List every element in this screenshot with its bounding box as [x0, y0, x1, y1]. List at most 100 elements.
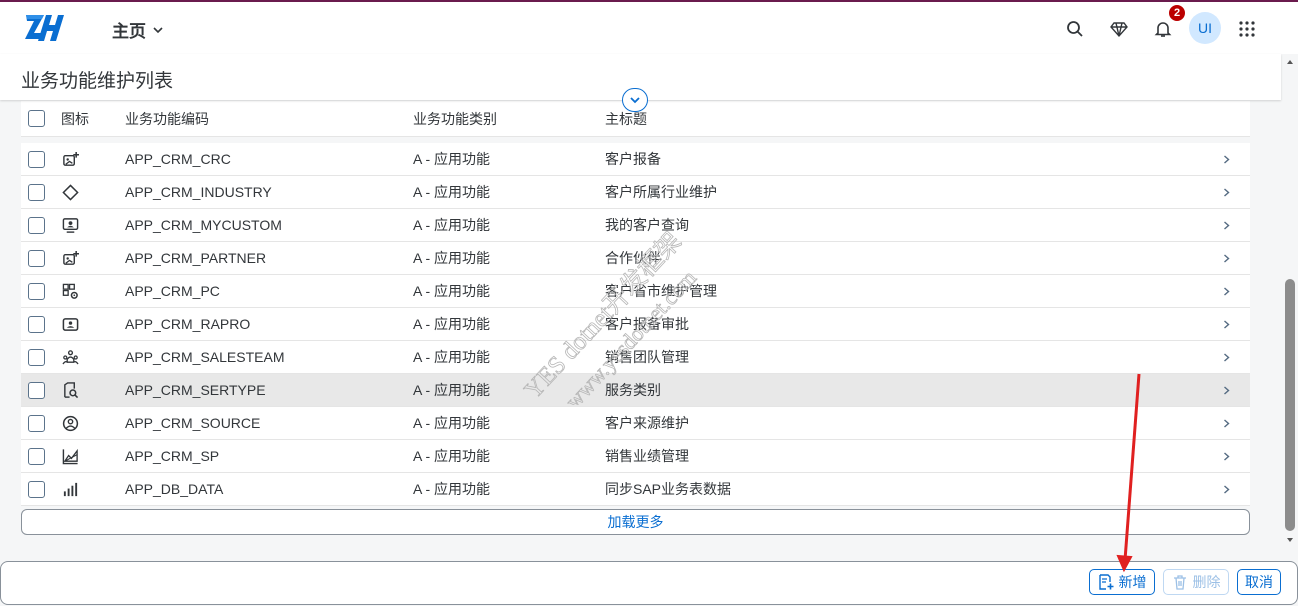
home-menu-label: 主页 [112, 22, 146, 41]
chevron-right-icon [1224, 385, 1230, 395]
diamond-button[interactable] [1105, 15, 1133, 43]
table-row[interactable]: APP_CRM_SERTYPE A - 应用功能 服务类别 [21, 374, 1250, 407]
team-icon [61, 349, 79, 364]
row-type: A - 应用功能 [413, 448, 491, 464]
chevron-right-icon [1224, 484, 1230, 494]
chevron-right-icon [1224, 154, 1230, 164]
grid-icon [1239, 21, 1255, 37]
delete-button[interactable]: 删除 [1163, 569, 1229, 595]
row-type: A - 应用功能 [413, 316, 491, 332]
id-card-icon [62, 317, 78, 331]
chevron-right-icon [1224, 253, 1230, 263]
avatar[interactable]: UI [1189, 12, 1221, 44]
row-title: 客户所属行业维护 [605, 184, 717, 200]
row-checkbox[interactable] [28, 447, 45, 465]
row-checkbox[interactable] [28, 183, 45, 201]
column-header-type: 业务功能类别 [413, 110, 497, 127]
chevron-right-icon [1224, 187, 1230, 197]
row-type: A - 应用功能 [413, 250, 491, 266]
row-type: A - 应用功能 [413, 382, 491, 398]
scroll-down-icon[interactable] [1286, 536, 1294, 544]
row-title: 客户报备 [605, 151, 661, 167]
bar-chart-icon [63, 482, 77, 496]
function-table: 图标 业务功能编码 业务功能类别 主标题 APP_CRM_CRC A - 应用功… [21, 101, 1250, 506]
delete-button-label: 删除 [1192, 574, 1221, 590]
add-button[interactable]: 新增 [1089, 569, 1155, 595]
row-code: APP_CRM_MYCUSTOM [125, 217, 282, 233]
row-code: APP_CRM_PARTNER [125, 250, 267, 266]
diamond-icon [1110, 22, 1128, 38]
collapse-header-button[interactable] [622, 88, 648, 112]
row-checkbox[interactable] [28, 150, 45, 168]
row-code: APP_CRM_CRC [125, 151, 231, 167]
chevron-down-icon [630, 97, 640, 104]
grid-gear-icon [62, 283, 78, 299]
chevron-right-icon [1224, 319, 1230, 329]
bell-icon [1154, 22, 1172, 37]
row-title: 服务类别 [605, 382, 661, 398]
app-logo[interactable] [24, 11, 68, 45]
row-checkbox[interactable] [28, 315, 45, 333]
search-button[interactable] [1061, 15, 1089, 43]
add-document-icon [1098, 574, 1113, 590]
row-title: 合作伙伴 [605, 250, 661, 266]
row-title: 客户省市维护管理 [605, 283, 717, 299]
row-checkbox[interactable] [28, 381, 45, 399]
row-code: APP_DB_DATA [125, 481, 224, 497]
row-checkbox[interactable] [28, 480, 45, 498]
column-header-code: 业务功能编码 [125, 110, 209, 127]
chevron-right-icon [1224, 286, 1230, 296]
row-type: A - 应用功能 [413, 415, 491, 431]
diamond-icon [61, 183, 79, 201]
table-row[interactable]: APP_CRM_SALESTEAM A - 应用功能 销售团队管理 [21, 341, 1250, 374]
notification-badge: 2 [1168, 4, 1186, 22]
apps-button[interactable] [1233, 15, 1261, 43]
row-checkbox[interactable] [28, 216, 45, 234]
row-code: APP_CRM_SP [125, 448, 220, 464]
table-row[interactable]: APP_CRM_RAPRO A - 应用功能 客户报备审批 [21, 308, 1250, 341]
chevron-right-icon [1224, 418, 1230, 428]
shell-bar: 主页 UI [0, 2, 1298, 54]
table-row[interactable]: APP_CRM_MYCUSTOM A - 应用功能 我的客户查询 [21, 209, 1250, 242]
row-checkbox[interactable] [28, 282, 45, 300]
row-title: 客户来源维护 [605, 415, 689, 431]
row-title: 同步SAP业务表数据 [605, 481, 732, 497]
row-type: A - 应用功能 [413, 151, 491, 167]
table-row[interactable]: APP_CRM_SOURCE A - 应用功能 客户来源维护 [21, 407, 1250, 440]
table-row[interactable]: APP_CRM_PARTNER A - 应用功能 合作伙伴 [21, 242, 1250, 275]
row-code: APP_CRM_SALESTEAM [125, 349, 285, 365]
row-code: APP_CRM_INDUSTRY [125, 184, 272, 200]
row-type: A - 应用功能 [413, 481, 491, 497]
column-header-icon: 图标 [61, 110, 89, 127]
row-checkbox[interactable] [28, 249, 45, 267]
add-button-label: 新增 [1118, 574, 1147, 590]
table-row[interactable]: APP_CRM_SP A - 应用功能 销售业绩管理 [21, 440, 1250, 473]
table-row[interactable]: APP_DB_DATA A - 应用功能 同步SAP业务表数据 [21, 473, 1250, 506]
row-title: 客户报备审批 [605, 316, 689, 332]
table-row[interactable]: APP_CRM_PC A - 应用功能 客户省市维护管理 [21, 275, 1250, 308]
load-more-button[interactable]: 加载更多 [21, 509, 1250, 535]
row-checkbox[interactable] [28, 414, 45, 432]
row-title: 销售团队管理 [605, 349, 689, 365]
row-code: APP_CRM_PC [125, 283, 220, 299]
table-row[interactable]: APP_CRM_INDUSTRY A - 应用功能 客户所属行业维护 [21, 176, 1250, 209]
table-row[interactable]: APP_CRM_CRC A - 应用功能 客户报备 [21, 143, 1250, 176]
chevron-right-icon [1224, 352, 1230, 362]
select-all-checkbox[interactable] [28, 110, 45, 127]
trash-icon [1173, 575, 1186, 590]
cancel-button[interactable]: 取消 [1237, 569, 1281, 595]
add-photo-icon [62, 250, 79, 265]
chevron-right-icon [1224, 220, 1230, 230]
add-photo-icon [62, 151, 79, 166]
doc-search-icon [63, 381, 78, 398]
row-code: APP_CRM_SOURCE [125, 415, 261, 431]
page-title: 业务功能维护列表 [21, 71, 174, 92]
row-checkbox[interactable] [28, 348, 45, 366]
scroll-up-icon[interactable] [1286, 58, 1294, 66]
scrollbar-thumb[interactable] [1285, 279, 1295, 531]
row-type: A - 应用功能 [413, 349, 491, 365]
area-chart-icon [62, 448, 78, 464]
search-icon [1067, 21, 1083, 37]
home-menu-button[interactable]: 主页 [112, 17, 164, 42]
row-type: A - 应用功能 [413, 217, 491, 233]
